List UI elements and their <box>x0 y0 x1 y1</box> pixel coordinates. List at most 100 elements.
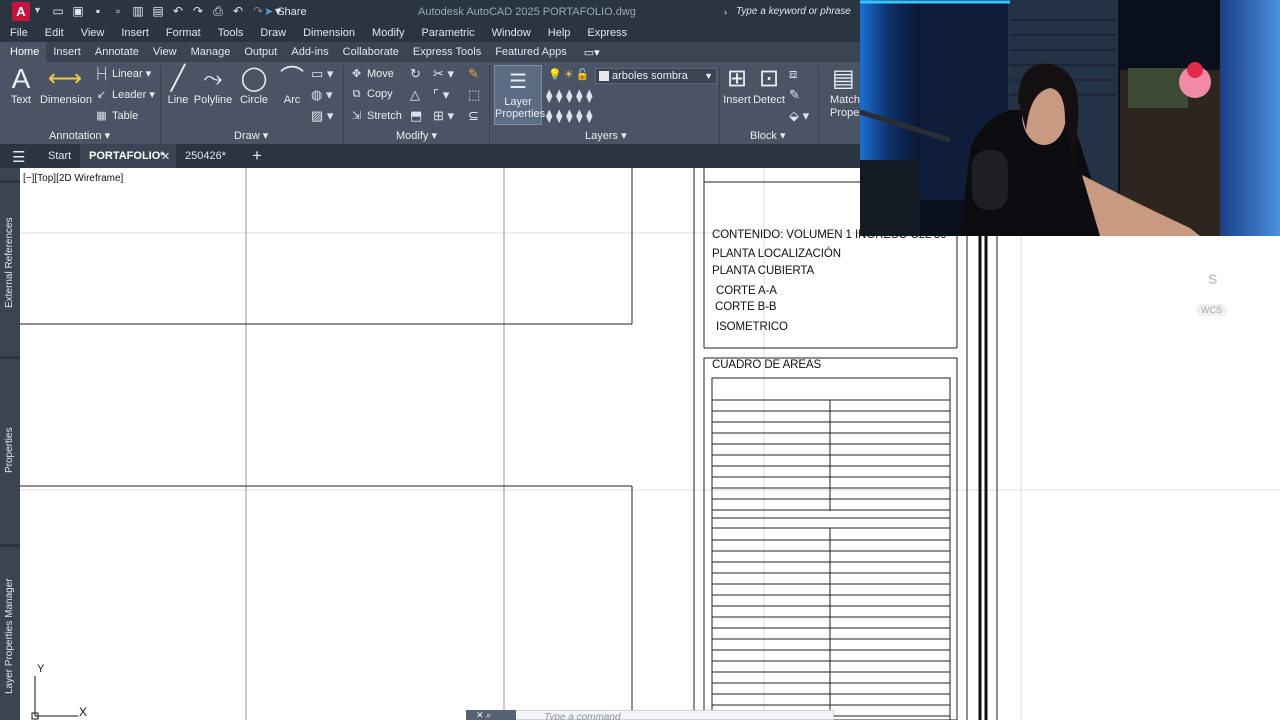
block-panel-title[interactable]: Block ▾ <box>750 129 785 142</box>
open-sheet-icon[interactable]: ▥ <box>130 3 146 20</box>
tab-250426[interactable]: 250426* <box>185 150 226 162</box>
new-tab-icon[interactable]: + <box>252 146 262 166</box>
tab-add-ins[interactable]: Add-ins <box>284 42 335 62</box>
save-as-icon[interactable]: ▫ <box>110 3 126 20</box>
menu-express[interactable]: Express <box>587 24 636 42</box>
menu-draw[interactable]: Draw <box>260 24 295 42</box>
menu-dimension[interactable]: Dimension <box>303 24 364 42</box>
layer-state-icons[interactable]: 💡☀🔓 <box>548 68 591 81</box>
command-input[interactable]: Type a command <box>544 712 621 720</box>
tab-view[interactable]: View <box>146 42 184 62</box>
share-button[interactable]: ➤ Share <box>264 5 307 18</box>
scale-icon[interactable]: ⬒ <box>410 108 422 124</box>
menu-modify[interactable]: Modify <box>372 24 413 42</box>
tab-home[interactable]: Home <box>0 42 47 62</box>
hamburger-menu-icon[interactable]: ☰ <box>12 148 25 166</box>
gradient-icon[interactable]: ▨ ▾ <box>311 108 333 124</box>
tab-manage[interactable]: Manage <box>184 42 238 62</box>
dimension-button[interactable]: ⟷ Dimension <box>40 64 92 106</box>
block-attributes-icon[interactable]: ⬙ ▾ <box>789 108 809 124</box>
print-icon[interactable]: ⎙ <box>210 3 226 20</box>
menu-format[interactable]: Format <box>166 24 210 42</box>
insert-block-button[interactable]: ⊞ Insert <box>722 64 752 106</box>
application-menu-button[interactable]: A <box>12 2 30 21</box>
rectangle-icon[interactable]: ▭ ▾ <box>311 66 333 82</box>
tab-start[interactable]: Start <box>48 150 71 162</box>
tab-annotate[interactable]: Annotate <box>88 42 146 62</box>
search-input[interactable]: › Type a keyword or phrase <box>724 3 860 21</box>
mirror-icon[interactable]: △ <box>410 87 420 103</box>
detect-button[interactable]: ⊡ Detect <box>752 64 786 106</box>
layer-properties-button[interactable]: ☰ Layer Properties <box>494 65 545 125</box>
menu-help[interactable]: Help <box>548 24 580 42</box>
share-icon: ➤ <box>264 6 274 18</box>
menu-view[interactable]: View <box>81 24 114 42</box>
move-button[interactable]: ✥ Move <box>349 67 394 80</box>
explode-icon[interactable]: ⬚ <box>468 87 480 103</box>
trim-icon[interactable]: ✂ ▾ <box>433 66 454 82</box>
drawing-canvas[interactable]: [−][Top][2D Wireframe] CONTENIDO: VOLUME… <box>0 168 1280 720</box>
viewcube-south-label[interactable]: S <box>1208 271 1217 287</box>
menu-window[interactable]: Window <box>492 24 540 42</box>
copy-button[interactable]: ⧉ Copy <box>349 88 393 101</box>
rotate-icon[interactable]: ↻ <box>410 66 421 82</box>
palette-divider <box>0 180 20 183</box>
circle-button[interactable]: ◯ Circle <box>238 64 270 106</box>
tab-collaborate[interactable]: Collaborate <box>336 42 406 62</box>
layer-dropdown[interactable]: arboles sombra ▼ <box>595 68 717 84</box>
text-button[interactable]: A Text <box>10 64 32 107</box>
save-web-icon[interactable]: ▤ <box>150 3 166 20</box>
tab-featured-apps[interactable]: Featured Apps <box>488 42 574 62</box>
panel-divider <box>818 66 819 144</box>
wcs-menu[interactable]: WCS <box>1196 304 1227 316</box>
create-block-icon[interactable]: ⧈ <box>789 66 797 82</box>
tab-express-tools[interactable]: Express Tools <box>406 42 488 62</box>
tab-output[interactable]: Output <box>237 42 284 62</box>
close-tab-icon[interactable]: ✕ <box>161 150 170 163</box>
linear-button[interactable]: ├┤ Linear ▾ <box>94 67 151 80</box>
leader-button[interactable]: ↙ Leader ▾ <box>94 88 155 101</box>
tab-portafolio[interactable]: PORTAFOLIO* <box>89 150 165 162</box>
layer-stack-icon: ☰ <box>509 71 527 93</box>
layer-properties-manager-palette-tab[interactable]: Layer Properties Manager <box>0 548 20 718</box>
stretch-button[interactable]: ⇲ Stretch <box>349 109 402 122</box>
annotation-panel-title[interactable]: Annotation ▾ <box>49 129 110 142</box>
tab-insert[interactable]: Insert <box>46 42 88 62</box>
command-line[interactable] <box>466 710 834 720</box>
polyline-button[interactable]: ⤳ Polyline <box>193 64 233 106</box>
external-references-palette-tab[interactable]: External References <box>0 188 20 348</box>
layer-tools-row-1-icon[interactable]: ⧫ ⧫ ⧫ ⧫ ⧫ <box>546 88 593 104</box>
undo-icon[interactable]: ↶ <box>170 3 186 20</box>
ribbon-options-icon[interactable]: ▭▾ <box>574 42 610 62</box>
menu-file[interactable]: File <box>10 24 37 42</box>
open-folder-icon[interactable]: ▣ <box>70 3 86 20</box>
chevron-right-icon: › <box>724 7 727 17</box>
menu-edit[interactable]: Edit <box>45 24 73 42</box>
chevron-down-icon[interactable]: ▼ <box>33 5 42 15</box>
webcam-feed-image <box>860 0 1280 236</box>
edit-block-icon[interactable]: ✎ <box>789 87 800 103</box>
new-file-icon[interactable]: ▭ <box>50 3 66 20</box>
properties-palette-tab[interactable]: Properties <box>0 363 20 543</box>
array-icon[interactable]: ⊞ ▾ <box>433 108 454 124</box>
arc-button[interactable]: ⌒ Arc <box>278 64 306 106</box>
draw-panel-title[interactable]: Draw ▾ <box>234 129 268 142</box>
line-button[interactable]: ╱ Line <box>166 64 190 106</box>
menu-insert[interactable]: Insert <box>121 24 158 42</box>
viewport-controls[interactable]: [−][Top][2D Wireframe] <box>23 173 123 184</box>
erase-icon[interactable]: ✎ <box>468 66 479 82</box>
redo-icon[interactable]: ↷ <box>190 3 206 20</box>
quick-access-toolbar: ▭ ▣ ▪ ▫ ▥ ▤ ↶ ↷ ⎙ ↶ ↷ ▾ <box>50 3 286 20</box>
command-line-controls[interactable]: ✕ ⌕ <box>466 710 516 720</box>
hatch-icon[interactable]: ◍ ▾ <box>311 87 332 103</box>
undo-icon[interactable]: ↶ <box>230 3 246 20</box>
menu-parametric[interactable]: Parametric <box>421 24 483 42</box>
modify-panel-title[interactable]: Modify ▾ <box>396 129 437 142</box>
layer-tools-row-2-icon[interactable]: ⧫ ⧫ ⧫ ⧫ ⧫ <box>546 108 593 124</box>
table-button[interactable]: ▦ Table <box>94 109 138 122</box>
fillet-icon[interactable]: ⌜ ▾ <box>433 87 449 103</box>
save-icon[interactable]: ▪ <box>90 3 106 20</box>
menu-tools[interactable]: Tools <box>218 24 253 42</box>
offset-icon[interactable]: ⊆ <box>468 108 479 124</box>
layers-panel-title[interactable]: Layers ▾ <box>585 129 627 142</box>
